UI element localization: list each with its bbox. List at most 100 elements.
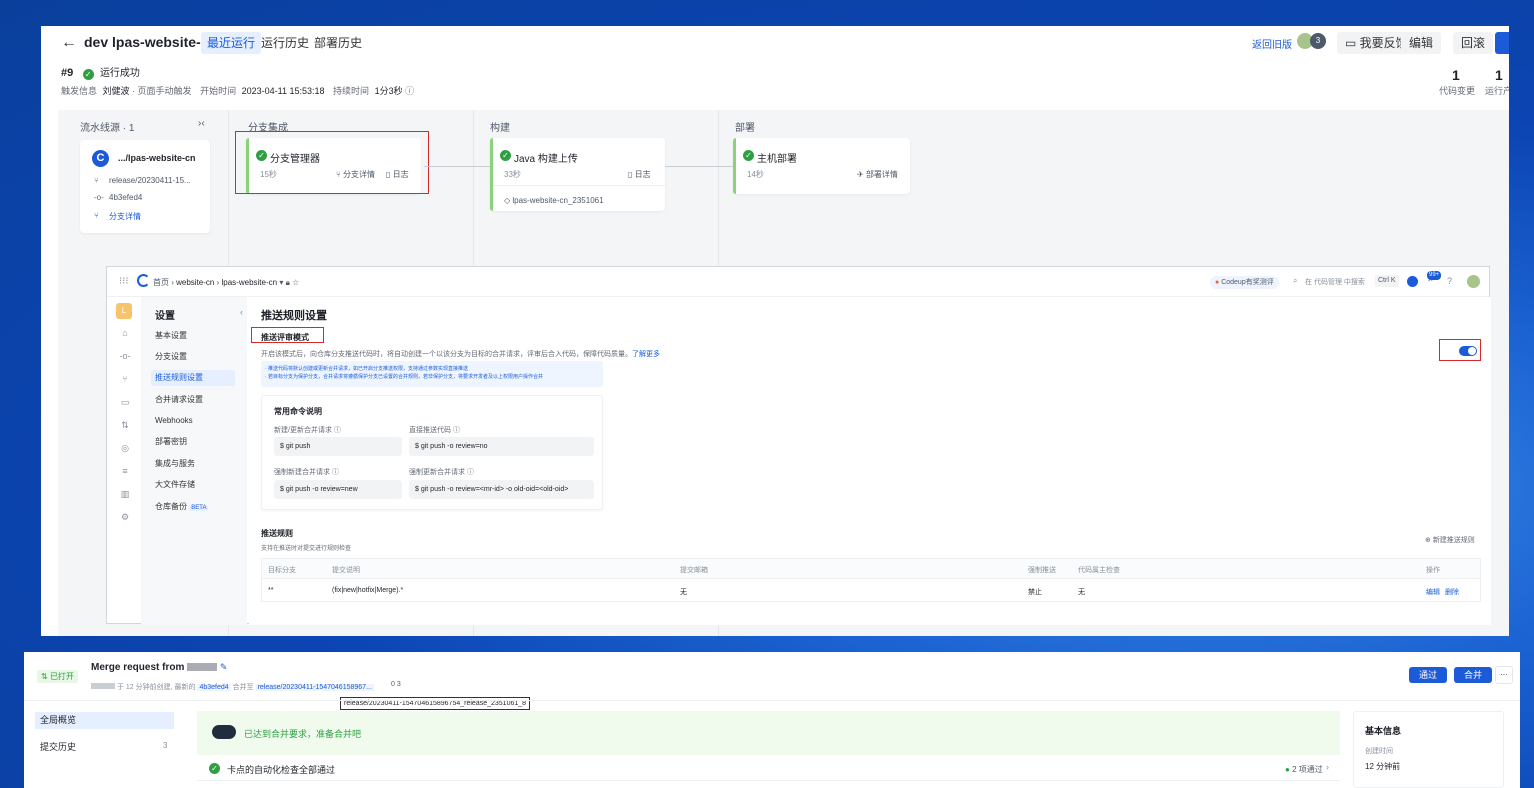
apps-grid-icon[interactable]: ⁝⁝⁝ (119, 276, 129, 287)
settings-gear-icon[interactable]: ⚙ (119, 511, 131, 523)
tab-recent-runs[interactable]: 最近运行 (201, 32, 262, 54)
star-icon[interactable]: ☆ (292, 278, 299, 287)
issues-icon[interactable]: ≡ (119, 465, 131, 477)
settings-nav-item-integrations[interactable]: 集成与服务 (151, 456, 235, 472)
edit-button[interactable]: 编辑 (1401, 32, 1442, 54)
breadcrumb: 首页 › website-cn › lpas-website-cn ▾ 🔒︎ ☆ (153, 278, 300, 287)
edit-rule-link[interactable]: 编辑 (1426, 587, 1440, 597)
highlight-box (1439, 339, 1481, 361)
merge-request-window: ⇅ 已打开 Merge request from ✎ 于 12 分钟前创建, 最… (24, 652, 1520, 788)
codeup-logo-icon[interactable] (137, 274, 150, 287)
add-icon[interactable] (1407, 276, 1418, 287)
deploy-details-action[interactable]: ✈ 部署详情 (857, 169, 898, 180)
notes-box: · 推送代码将默认创建或更新合并请求，如已开启分支推送权限，支持通过参数实现直接… (261, 361, 603, 387)
search-input[interactable]: 在 代码管理 中搜索 (1305, 277, 1365, 287)
settings-nav-item-merge-request[interactable]: 合并请求设置 (151, 392, 235, 408)
commit-link[interactable]: 4b3efed4 (197, 684, 231, 691)
new-rule-button[interactable]: ⊕ 新建推送规则 (1425, 535, 1475, 545)
highlight-box (235, 131, 429, 194)
branch-details-icon: ⑂ (94, 211, 99, 220)
check-row[interactable]: ✓ 卡点的自动化检查全部通过 ● 2 项通过 › (197, 755, 1340, 781)
check-text: 卡点的自动化检查全部通过 (227, 765, 336, 775)
tag-icon[interactable]: ▭ (119, 396, 131, 408)
command-box[interactable]: $ git push -o review=no (409, 437, 594, 456)
promo-badge[interactable]: ● Codeup有奖测评 (1210, 276, 1279, 289)
settings-nav: 设置 ‹ 基本设置 分支设置 推送规则设置 合并请求设置 Webhooks 部署… (141, 297, 247, 625)
learn-more-link[interactable]: 了解更多 (632, 351, 660, 358)
run-status: 运行成功 (99, 68, 140, 79)
help-icon[interactable]: ? (1447, 276, 1452, 286)
run-button[interactable] (1495, 32, 1509, 54)
branch-icon[interactable]: ⑂ (119, 373, 131, 385)
stage-title-deploy: 部署 (735, 123, 755, 134)
commands-card: 常用命令说明 新建/更新合并请求 ⓘ $ git push 直接推送代码 ⓘ $… (261, 395, 603, 510)
branch-details-link[interactable]: 分支详情 (109, 211, 141, 222)
code-changes-label: 代码变更 (1439, 86, 1476, 96)
stats-icon[interactable]: ▥ (119, 488, 131, 500)
pipeline-icon[interactable]: ◎ (119, 442, 131, 454)
rollback-button[interactable]: 回滚 (1453, 32, 1494, 54)
diff-counts: 0 3 (391, 681, 401, 688)
artifacts-label: 运行产物 (1485, 86, 1509, 96)
settings-nav-item-backup[interactable]: 仓库备份 BETA (151, 499, 235, 515)
success-check-icon: ✓ (500, 150, 511, 161)
mr-nav-overview[interactable]: 全局概览 (35, 712, 174, 729)
edit-icon[interactable]: ✎ (220, 662, 228, 672)
settings-nav-item-branch[interactable]: 分支设置 (151, 349, 235, 365)
settings-nav-item-push-rules[interactable]: 推送规则设置 (151, 370, 235, 386)
mr-title: Merge request from ✎ (91, 662, 228, 673)
created-label: 创建时间 (1365, 748, 1393, 755)
badge-dot-icon: ● (1215, 279, 1220, 286)
job-card-java-build[interactable]: ✓ Java 构建上传 33秒 ▯ 日志 ◇ lpas-website-cn_2… (490, 138, 665, 211)
command-box[interactable]: $ git push (274, 437, 402, 456)
code-changes-count[interactable]: 1 (1452, 67, 1460, 83)
settings-nav-item-basic[interactable]: 基本设置 (151, 328, 235, 344)
settings-nav-item-webhooks[interactable]: Webhooks (151, 413, 235, 429)
artifact-item[interactable]: ◇ lpas-website-cn_2351061 (504, 196, 604, 205)
source-card[interactable]: C .../lpas-website-cn ⑂ release/20230411… (80, 140, 210, 233)
source-commit: 4b3efed4 (109, 193, 143, 202)
rules-title: 推送规则 (261, 529, 293, 538)
job-duration: 33秒 (504, 170, 521, 179)
home-icon[interactable]: ⌂ (119, 327, 131, 339)
more-button[interactable]: ··· (1495, 666, 1513, 684)
settings-window: ⁝⁝⁝ 首页 › website-cn › lpas-website-cn ▾ … (106, 266, 1491, 625)
notification-badge: 99+ (1427, 271, 1442, 280)
chevron-right-icon[interactable]: › (1326, 762, 1329, 772)
merge-ready-banner: 已达到合并要求，准备合并吧 (197, 711, 1340, 755)
log-action[interactable]: ▯ 日志 (628, 169, 651, 180)
command-box[interactable]: $ git push -o review=new (274, 480, 402, 499)
job-name: 主机部署 (757, 154, 797, 165)
commit-icon[interactable]: -o- (119, 350, 131, 362)
run-number: #9 (61, 67, 74, 79)
user-initial[interactable]: L (116, 303, 132, 319)
approve-button[interactable]: 通过 (1409, 667, 1448, 683)
highlight-box (251, 327, 324, 343)
merge-request-icon[interactable]: ⇅ (119, 419, 131, 431)
source-branch: release/20230411-15... (109, 176, 191, 185)
collapse-nav-icon[interactable]: ‹ (240, 307, 243, 317)
tab-run-history[interactable]: 运行历史 (255, 32, 315, 54)
trigger-user: 刘健波 (102, 86, 130, 96)
target-branch-link[interactable]: release/20230411-1547046158967... (255, 684, 374, 691)
duration: 1分3秒 (374, 86, 403, 96)
avatar[interactable] (1467, 275, 1480, 288)
mr-nav-commits[interactable]: 提交历史 (40, 740, 76, 753)
collapse-icon[interactable]: ›‹ (198, 118, 205, 129)
branch-tooltip: release/20230411-154704615896754_release… (340, 697, 531, 710)
settings-nav-item-lfs[interactable]: 大文件存储 (151, 477, 235, 493)
merge-ready-text: 已达到合并要求，准备合并吧 (244, 729, 362, 739)
old-version-link[interactable]: 返回旧版 (1252, 36, 1292, 51)
settings-nav-item-deploy-keys[interactable]: 部署密钥 (151, 434, 235, 450)
job-card-host-deploy[interactable]: ✓ 主机部署 14秒 ✈ 部署详情 (733, 138, 910, 194)
delete-rule-link[interactable]: 删除 (1445, 587, 1459, 597)
tab-deploy-history[interactable]: 部署历史 (308, 32, 368, 54)
merge-button[interactable]: 合并 (1454, 667, 1493, 683)
back-arrow-icon[interactable]: ← (61, 34, 79, 52)
lock-icon: 🔒︎ (285, 278, 290, 287)
search-icon: ⌕ (1293, 276, 1298, 285)
command-box[interactable]: $ git push -o review=<mr-id> -o old-oid=… (409, 480, 594, 499)
info-card: 基本信息 创建时间 12 分钟前 (1353, 711, 1504, 788)
artifacts-count[interactable]: 1 (1495, 67, 1503, 83)
page-title: 推送规则设置 (261, 310, 327, 322)
